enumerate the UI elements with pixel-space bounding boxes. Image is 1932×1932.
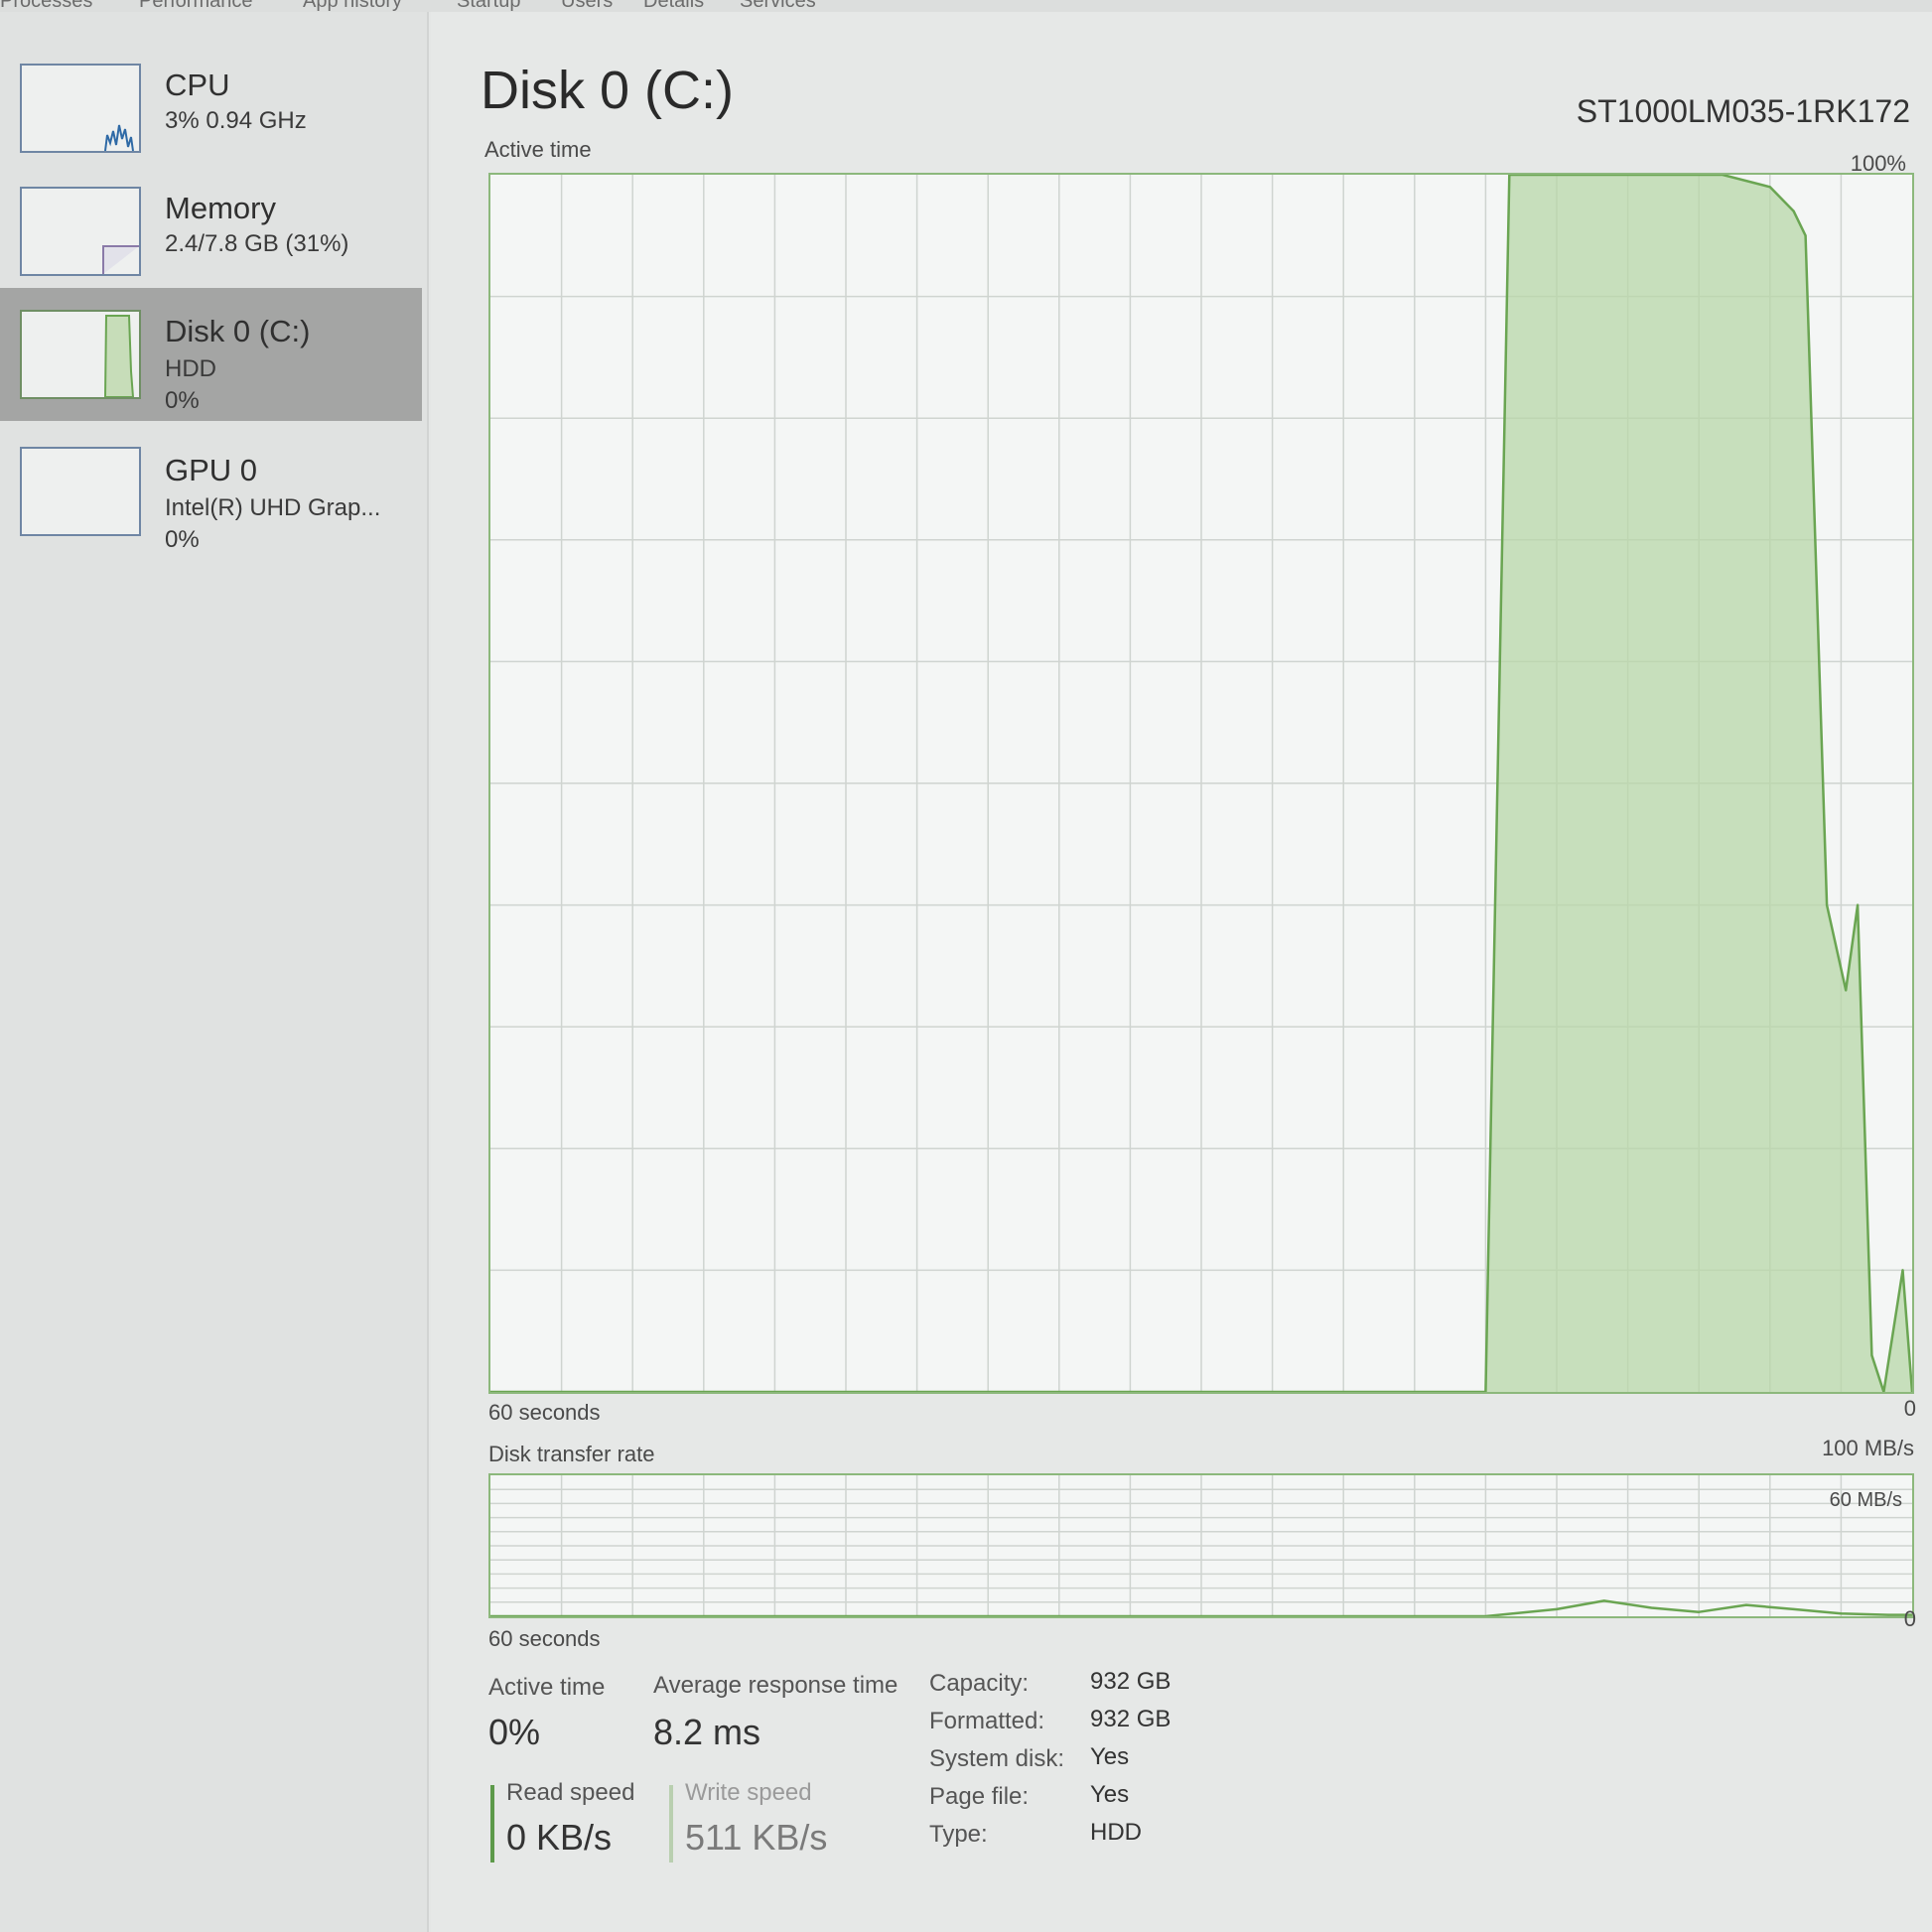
transfer-rate-mid-label: 60 MB/s (1829, 1489, 1902, 1511)
tab-app-history[interactable]: App history (303, 0, 402, 12)
disk-thumbnail-graph (20, 310, 141, 399)
active-time-stat-value: 0% (488, 1712, 541, 1752)
data-point (1901, 1269, 1904, 1272)
gpu-thumbnail-graph (20, 447, 141, 536)
active-time-duration-label: 60 seconds (488, 1400, 601, 1425)
type-label: Type: (929, 1821, 988, 1848)
transfer-rate-chart (490, 1475, 1912, 1616)
transfer-rate-duration-label: 60 seconds (488, 1626, 601, 1651)
sidebar-item-gpu0[interactable]: GPU 0 Intel(R) UHD Grap... 0% (0, 437, 422, 570)
sidebar-item-usage: 0% (165, 526, 200, 553)
data-point (1556, 1607, 1558, 1610)
system-disk-label: System disk: (929, 1745, 1065, 1772)
tab-performance[interactable]: Performance (139, 0, 253, 12)
avg-response-stat-value: 8.2 ms (653, 1712, 761, 1752)
data-point (1840, 1612, 1843, 1615)
read-speed-label: Read speed (506, 1779, 635, 1806)
data-point (1602, 1599, 1605, 1602)
data-point (1768, 186, 1771, 189)
tab-processes[interactable]: Processes (0, 0, 92, 12)
data-point (1857, 903, 1860, 906)
transfer-rate-graph-label: Disk transfer rate (488, 1442, 655, 1466)
read-speed-value: 0 KB/s (506, 1817, 613, 1858)
active-time-chart (490, 175, 1912, 1392)
avg-response-stat-label: Average response time (653, 1672, 898, 1699)
disk-detail-panel: Disk 0 (C:) ST1000LM035-1RK172 Active ti… (431, 12, 1932, 1932)
data-point (1744, 1603, 1747, 1606)
system-disk-value: Yes (1090, 1743, 1130, 1770)
transfer-rate-graph: 60 MB/s (488, 1473, 1914, 1618)
transfer-rate-max-label: 100 MB/s (1822, 1436, 1914, 1460)
tab-services[interactable]: Services (740, 0, 816, 12)
tab-strip: Processes Performance App history Startu… (0, 0, 1932, 12)
tab-users[interactable]: Users (561, 0, 613, 12)
data-point (1698, 1610, 1701, 1613)
sidebar-item-disk0[interactable]: Disk 0 (C:) HDD 0% (0, 288, 422, 421)
sidebar-item-title: Memory (165, 191, 276, 225)
capacity-label: Capacity: (929, 1670, 1030, 1697)
sidebar-item-subtitle: Intel(R) UHD Grap... (165, 494, 381, 521)
sidebar-item-subtitle: 2.4/7.8 GB (31%) (165, 230, 349, 257)
data-point (1804, 234, 1807, 237)
capacity-value: 932 GB (1090, 1668, 1172, 1695)
data-point (1845, 989, 1848, 992)
type-value: HDD (1090, 1819, 1142, 1846)
sidebar-item-title: Disk 0 (C:) (165, 314, 311, 348)
sidebar-item-subtitle: 3% 0.94 GHz (165, 107, 307, 134)
tab-startup[interactable]: Startup (457, 0, 520, 12)
sidebar-item-title: CPU (165, 68, 230, 102)
data-point (1826, 903, 1829, 906)
formatted-label: Formatted: (929, 1708, 1045, 1734)
write-speed-value: 511 KB/s (685, 1817, 828, 1858)
cpu-thumbnail-graph (20, 64, 141, 153)
disk-model: ST1000LM035-1RK172 (1576, 93, 1910, 129)
data-point (1792, 1607, 1795, 1610)
active-time-min-label: 0 (1903, 1396, 1916, 1421)
active-time-graph-label: Active time (484, 137, 592, 162)
write-speed-indicator (669, 1785, 673, 1863)
sidebar-item-title: GPU 0 (165, 453, 258, 487)
memory-thumbnail-graph (20, 187, 141, 276)
sidebar-item-usage: 0% (165, 387, 200, 414)
sidebar-item-cpu[interactable]: CPU 3% 0.94 GHz (0, 52, 422, 185)
transfer-rate-min-label: 0 (1903, 1606, 1916, 1631)
read-speed-indicator (490, 1785, 494, 1863)
write-speed-label: Write speed (685, 1779, 812, 1806)
page-file-label: Page file: (929, 1783, 1030, 1810)
data-point (1650, 1606, 1653, 1609)
active-time-stat-label: Active time (488, 1674, 606, 1701)
data-point (1792, 209, 1795, 212)
data-point (1887, 1613, 1890, 1616)
formatted-value: 932 GB (1090, 1706, 1172, 1732)
page-file-value: Yes (1090, 1781, 1130, 1808)
data-point (1870, 1354, 1873, 1357)
sidebar-item-subtitle: HDD (165, 355, 216, 382)
page-title: Disk 0 (C:) (481, 61, 734, 120)
tab-details[interactable]: Details (643, 0, 704, 12)
performance-sidebar: CPU 3% 0.94 GHz Memory 2.4/7.8 GB (31%) … (0, 12, 429, 1932)
active-time-graph (488, 173, 1914, 1394)
